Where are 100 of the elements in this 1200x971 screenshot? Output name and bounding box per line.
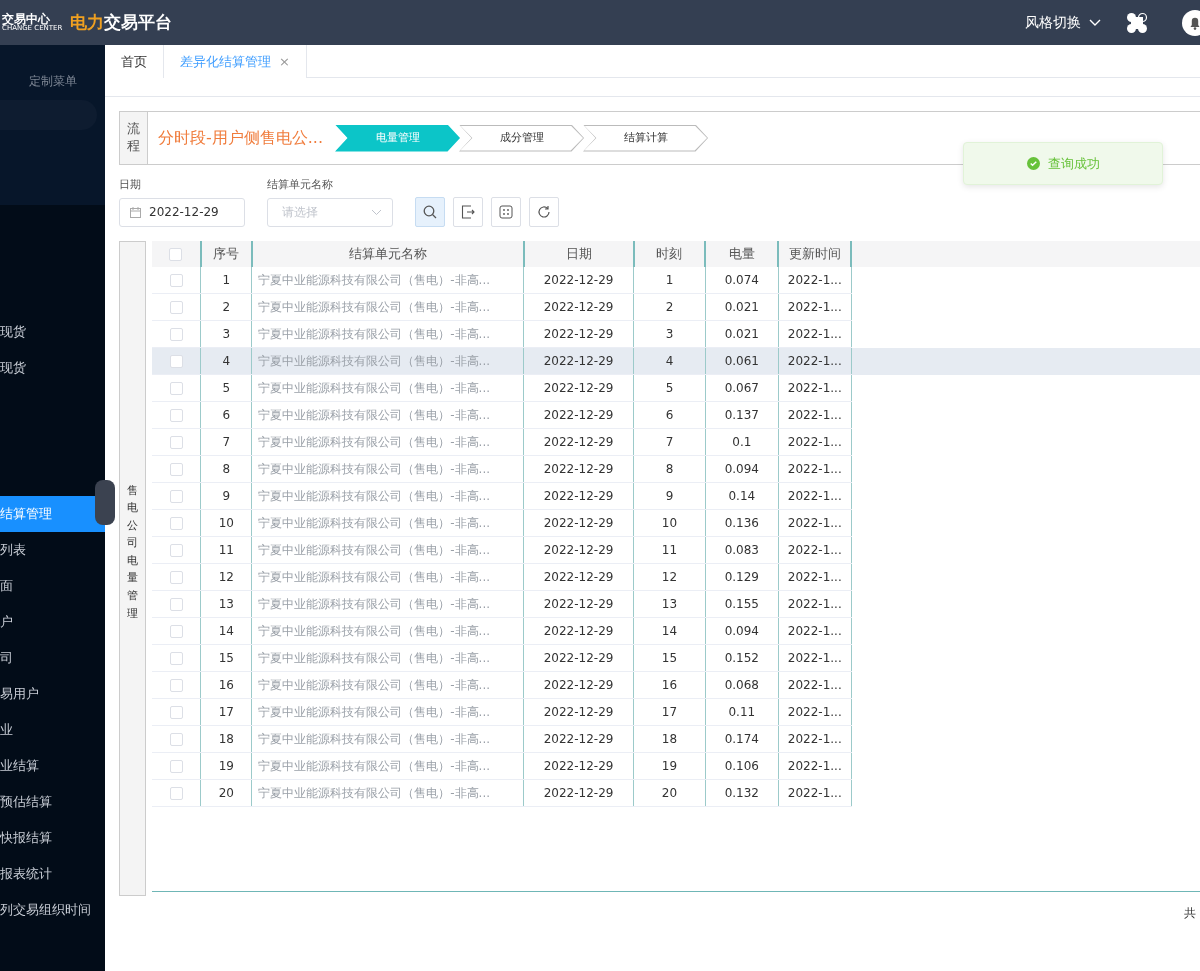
sidebar-menu-item[interactable]: 现货: [0, 314, 105, 350]
row-checkbox[interactable]: [169, 463, 183, 476]
row-checkbox[interactable]: [169, 436, 183, 449]
table-cell: 14: [200, 617, 252, 645]
table-cell: 1: [633, 266, 706, 294]
table-cell: 0.106: [705, 752, 779, 780]
table-cell: 宁夏中业能源科技有限公司（售电）-非高...: [251, 374, 524, 402]
table-cell: 2: [200, 293, 252, 321]
sidebar-menu-item[interactable]: 易用户: [0, 676, 105, 712]
sidebar-menu-item[interactable]: 现货: [0, 350, 105, 386]
table-cell: 宁夏中业能源科技有限公司（售电）-非高...: [251, 428, 524, 456]
row-checkbox[interactable]: [169, 328, 183, 341]
table-cell: 3: [200, 320, 252, 348]
table-cell: 2022-1...: [778, 752, 852, 780]
table-cell: 宁夏中业能源科技有限公司（售电）-非高...: [251, 698, 524, 726]
sidebar-menu-item[interactable]: 面: [0, 568, 105, 604]
table-cell: 0.136: [705, 509, 779, 537]
export-icon: [461, 204, 475, 219]
table-cell: 2022-12-29: [523, 428, 634, 456]
table-cell: 2022-12-29: [523, 293, 634, 321]
sidebar-menu-item[interactable]: 列表: [0, 532, 105, 568]
table-cell: 8: [200, 455, 252, 483]
table-cell: 2022-1...: [778, 590, 852, 618]
table-cell: 0.067: [705, 374, 779, 402]
table-cell: 0.068: [705, 671, 779, 699]
sidebar-menu-item[interactable]: 业结算: [0, 748, 105, 784]
row-checkbox[interactable]: [169, 733, 183, 746]
table-cell: 2022-1...: [778, 428, 852, 456]
row-checkbox[interactable]: [169, 787, 183, 800]
table-cell: 10: [200, 509, 252, 537]
select-all-checkbox[interactable]: [169, 247, 183, 261]
process-step[interactable]: 成分管理: [459, 124, 585, 152]
platform-title: 电力交易平台: [70, 10, 173, 34]
toast-message: 查询成功: [1047, 154, 1100, 173]
table-cell: 2022-1...: [778, 293, 852, 321]
page-tab[interactable]: 首页: [105, 45, 164, 78]
table-cell: 宁夏中业能源科技有限公司（售电）-非高...: [251, 536, 524, 564]
sidebar-menu-item[interactable]: 司: [0, 640, 105, 676]
table-cell: 宁夏中业能源科技有限公司（售电）-非高...: [251, 725, 524, 753]
table-cell: 0.152: [705, 644, 779, 672]
table-cell: 2022-12-29: [523, 698, 634, 726]
sidebar-menu-item[interactable]: 业: [0, 712, 105, 748]
row-checkbox[interactable]: [169, 273, 183, 287]
sidebar-menu-item[interactable]: 列交易组织时间: [0, 892, 105, 928]
sidebar-menu-item[interactable]: 报表统计: [0, 856, 105, 892]
table-cell: 宁夏中业能源科技有限公司（售电）-非高...: [251, 590, 524, 618]
export-button[interactable]: [453, 196, 483, 227]
row-checkbox[interactable]: [169, 301, 183, 314]
table-cell: 2022-12-29: [523, 671, 634, 699]
table-cell: 2022-1...: [778, 374, 852, 402]
table-cell: 8: [633, 455, 706, 483]
sidebar-collapse-handle[interactable]: [95, 480, 115, 525]
date-picker-field[interactable]: 2022-12-29: [119, 197, 245, 227]
table-cell: 2022-1...: [778, 401, 852, 429]
table-cell: 2022-1...: [778, 455, 852, 483]
row-checkbox[interactable]: [169, 652, 183, 665]
row-checkbox[interactable]: [169, 706, 183, 719]
apps-icon[interactable]: [1126, 11, 1148, 34]
row-checkbox[interactable]: [169, 517, 183, 530]
refresh-button[interactable]: [529, 196, 559, 227]
table-cell: 2022-1...: [778, 725, 852, 753]
row-checkbox[interactable]: [169, 571, 183, 584]
table-cell: 2022-1...: [778, 698, 852, 726]
row-checkbox[interactable]: [169, 760, 183, 773]
grid-settings-button[interactable]: [491, 196, 521, 227]
table-cell: 2022-1...: [778, 644, 852, 672]
table-cell: 2022-12-29: [523, 563, 634, 591]
table-cell: 0.094: [705, 617, 779, 645]
table-cell: 0.11: [705, 698, 779, 726]
row-checkbox[interactable]: [169, 625, 183, 638]
sidebar-menu-item[interactable]: 户: [0, 604, 105, 640]
sidebar-menu-item[interactable]: 快报结算: [0, 820, 105, 856]
check-circle-icon: [1026, 157, 1040, 170]
table-cell: 17: [633, 698, 706, 726]
process-step[interactable]: 结算计算: [583, 124, 709, 152]
search-button[interactable]: [415, 196, 445, 227]
table-cell: 宁夏中业能源科技有限公司（售电）-非高...: [251, 644, 524, 672]
table-cell: 2022-12-29: [523, 536, 634, 564]
table-cell: 13: [633, 590, 706, 618]
row-checkbox[interactable]: [169, 679, 183, 692]
table-cell: 0.129: [705, 563, 779, 591]
table-cell: 宁夏中业能源科技有限公司（售电）-非高...: [251, 320, 524, 348]
row-checkbox[interactable]: [169, 490, 183, 503]
row-checkbox[interactable]: [169, 355, 183, 368]
table-cell: 宁夏中业能源科技有限公司（售电）-非高...: [251, 563, 524, 591]
table-cell: 12: [200, 563, 252, 591]
notification-bell-icon[interactable]: [1182, 9, 1200, 36]
sidebar-menu-item[interactable]: 预估结算: [0, 784, 105, 820]
table-cell: 2022-12-29: [523, 320, 634, 348]
row-checkbox[interactable]: [169, 598, 183, 611]
row-checkbox[interactable]: [169, 544, 183, 557]
table-cell: 2022-1...: [778, 617, 852, 645]
table-cell: 12: [633, 563, 706, 591]
table-cell: 宁夏中业能源科技有限公司（售电）-非高...: [251, 779, 524, 807]
row-checkbox[interactable]: [169, 409, 183, 422]
style-switch-dropdown[interactable]: 风格切换: [1024, 11, 1102, 34]
table-cell: 2022-12-29: [523, 725, 634, 753]
table-cell: 宁夏中业能源科技有限公司（售电）-非高...: [251, 293, 524, 321]
table-cell: 2022-12-29: [523, 644, 634, 672]
row-checkbox[interactable]: [169, 382, 183, 395]
